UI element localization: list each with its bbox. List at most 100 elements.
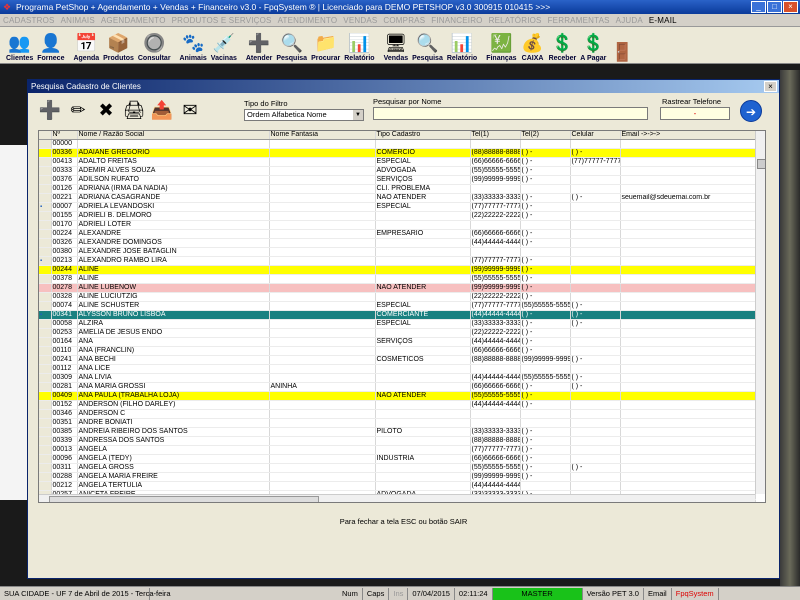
- column-header-1[interactable]: Nome / Razão Social: [77, 131, 270, 140]
- column-header-4[interactable]: Tel(1): [470, 131, 521, 140]
- menu-item-5[interactable]: VENDAS: [340, 16, 380, 25]
- table-row[interactable]: 00096 ANGELA (TEDY) INDUSTRIA (66)66666-666…: [39, 454, 756, 464]
- toolbar-button-2[interactable]: 📅 Agenda: [71, 27, 101, 63]
- search-name-input[interactable]: [373, 107, 648, 120]
- toolbar-button-0[interactable]: 👥 Clientes: [4, 27, 35, 63]
- table-row[interactable]: 00288 ANGELA MARIA FREIRE (99)99999-9999( …: [39, 472, 756, 482]
- horizontal-scrollbar[interactable]: [39, 494, 755, 502]
- edit-icon[interactable]: ✏: [66, 98, 90, 122]
- table-row[interactable]: 00221 ADRIANA CASAGRANDE NAO ATENDER (33)33…: [39, 193, 756, 203]
- toolbar-button-1[interactable]: 👤 Fornece: [35, 27, 66, 63]
- column-header-3[interactable]: Tipo Cadastro: [375, 131, 471, 140]
- toolbar-button-11[interactable]: 🖥 Vendas: [382, 27, 411, 63]
- table-row[interactable]: 00253 AMELIA DE JESUS ENDO (22)22222-2222(…: [39, 328, 756, 338]
- table-row[interactable]: 00212 ANGELA TERTULIA (44)44444-4444: [39, 481, 756, 491]
- table-row[interactable]: ▪ 00213 ALEXANDRO RAMBO LIRA (77)77777-7777…: [39, 256, 756, 266]
- table-row[interactable]: 00413 ADALTO FREITAS ESPECIAL (66)66666-666…: [39, 157, 756, 167]
- table-row[interactable]: 00339 ANDRESSA DOS SANTOS (88)88888-8888( …: [39, 436, 756, 446]
- toolbar-button-18[interactable]: 🚪: [608, 27, 636, 63]
- filter-type-select[interactable]: Ordem Alfabetica Nome ▼: [244, 109, 364, 121]
- table-row[interactable]: 00074 ALINE SCHUSTER ESPECIAL (77)77777-777…: [39, 301, 756, 311]
- toolbar-button-6[interactable]: 💉 Vacinas: [209, 27, 239, 63]
- send-email-icon[interactable]: ✉: [178, 98, 202, 122]
- column-header-6[interactable]: Celular: [570, 131, 621, 140]
- menu-item-3[interactable]: PRODUTOS E SERVIÇOS: [169, 16, 275, 25]
- table-row[interactable]: 00013 ANGELA (77)77777-7777( ) -: [39, 445, 756, 455]
- toolbar-button-10[interactable]: 📊 Relatório: [342, 27, 376, 63]
- table-row[interactable]: 00346 ANDERSON C: [39, 409, 756, 419]
- table-row[interactable]: 00351 ANDRE BONIATI: [39, 418, 756, 428]
- column-header-7[interactable]: Email ->->->: [620, 131, 756, 140]
- table-row[interactable]: 00224 ALEXANDRE EMPRESARIO (66)66666-6666( …: [39, 229, 756, 239]
- table-row[interactable]: 00281 ANA MARIA GROSSI ANINHA (66)66666-666…: [39, 382, 756, 392]
- table-row[interactable]: 00326 ALEXANDRE DOMINGOS (44)44444-4444( )…: [39, 238, 756, 248]
- table-row[interactable]: 00380 ALEXANDRE JOSE BATAGLIN: [39, 247, 756, 257]
- menu-item-8[interactable]: RELATÓRIOS: [486, 16, 545, 25]
- menu-item-1[interactable]: ANIMAIS: [58, 16, 98, 25]
- vertical-scroll-thumb[interactable]: [757, 159, 765, 169]
- table-row[interactable]: 00000: [39, 139, 756, 149]
- go-arrow-button[interactable]: ➔: [740, 100, 762, 122]
- toolbar-button-16[interactable]: 💲 Receber: [547, 27, 579, 63]
- horizontal-scroll-thumb[interactable]: [49, 496, 319, 502]
- table-row[interactable]: 00112 ANA LICE: [39, 364, 756, 374]
- column-header-5[interactable]: Tel(2): [520, 131, 571, 140]
- print-icon[interactable]: 🖨: [122, 98, 146, 122]
- chevron-down-icon[interactable]: ▼: [353, 110, 363, 120]
- table-row[interactable]: 00385 ANDREIA RIBEIRO DOS SANTOS PILOTO (33…: [39, 427, 756, 437]
- table-row[interactable]: 00309 ANA LIVIA (44)44444-4444 (55)55555-55…: [39, 373, 756, 383]
- table-row[interactable]: 00164 ANA SERVIÇOS (44)44444-4444( ) -: [39, 337, 756, 347]
- menu-item-11[interactable]: E-MAIL: [646, 16, 680, 25]
- column-header-2[interactable]: Nome Fantasia: [269, 131, 376, 140]
- delete-icon[interactable]: ✖: [94, 98, 118, 122]
- table-row[interactable]: 00311 ANGELA GROSS (55)55555-5555( ) -( ) …: [39, 463, 756, 473]
- status-email[interactable]: Email: [644, 587, 672, 600]
- clients-grid[interactable]: Nº Nome / Razão Social Nome Fantasia Tipo C…: [38, 130, 766, 503]
- cell-nome: ADALTO FREITAS: [77, 157, 270, 167]
- toolbar-button-17[interactable]: 💲 A Pagar: [578, 27, 608, 63]
- table-row[interactable]: 00126 ADRIANA (IRMA DA NADIA) CLI. PROBLEM…: [39, 184, 756, 194]
- column-header-0[interactable]: Nº: [51, 131, 78, 140]
- toolbar-button-9[interactable]: 📁 Procurar: [309, 27, 342, 63]
- search-window-close-button[interactable]: ×: [764, 81, 777, 92]
- table-row[interactable]: 00328 ALINE LUCIUTZIG (22)22222-2222( ) -: [39, 292, 756, 302]
- toolbar-button-5[interactable]: 🐾 Animais: [178, 27, 209, 63]
- table-row[interactable]: 00378 ALINE (55)55555-5555( ) -: [39, 274, 756, 284]
- table-row[interactable]: 00058 ALZIRA ESPECIAL (33)33333-3333( ) -( …: [39, 319, 756, 329]
- menu-item-10[interactable]: AJUDA: [613, 16, 646, 25]
- menu-item-0[interactable]: CADASTROS: [0, 16, 58, 25]
- menu-item-4[interactable]: ATENDIMENTO: [275, 16, 341, 25]
- menu-item-6[interactable]: COMPRAS: [380, 16, 428, 25]
- toolbar-button-3[interactable]: 📦 Produtos: [101, 27, 136, 63]
- close-button[interactable]: ×: [783, 1, 798, 13]
- vertical-scrollbar[interactable]: [755, 131, 765, 494]
- table-row[interactable]: 00244 ALINE (99)99999-9999( ) -: [39, 265, 756, 275]
- toolbar-button-14[interactable]: 💹 Finanças: [484, 27, 518, 63]
- toolbar-button-8[interactable]: 🔍 Pesquisa: [274, 27, 309, 63]
- toolbar-button-7[interactable]: ➕ Atender: [244, 27, 274, 63]
- table-row[interactable]: ▪ 00341 ALYSSON BRUNO LISBOA COMERCIANTE (44…: [39, 310, 756, 320]
- table-row[interactable]: 00241 ANA BECHI COSMETICOS (88)88888-8888 (9…: [39, 355, 756, 365]
- export-icon[interactable]: 📤: [150, 98, 174, 122]
- toolbar-button-15[interactable]: 💰 CAIXA: [519, 27, 547, 63]
- toolbar-button-4[interactable]: 🔘 Consultar: [136, 27, 173, 63]
- table-row[interactable]: 00336 ADAIANE GREGORIO COMERCIO (88)88888-8…: [39, 148, 756, 158]
- track-phone-input[interactable]: -: [660, 107, 730, 120]
- toolbar-button-12[interactable]: 🔍 Pesquisa: [410, 27, 445, 63]
- toolbar-button-13[interactable]: 📊 Relatório: [445, 27, 479, 63]
- table-row[interactable]: 00333 ADEMIR ALVES SOUZA ADVOGADA (55)55555…: [39, 166, 756, 176]
- add-new-icon[interactable]: ➕: [38, 98, 62, 122]
- table-row[interactable]: 00170 ADRIELI LOTER: [39, 220, 756, 230]
- table-row[interactable]: 00376 ADILSON RUFATO SERVIÇOS (99)99999-999…: [39, 175, 756, 185]
- menu-item-7[interactable]: FINANCEIRO: [428, 16, 485, 25]
- menu-item-2[interactable]: AGENDAMENTO: [98, 16, 169, 25]
- table-row[interactable]: ▪ 00007 ADRIELA LEVANDOSKI ESPECIAL (77)7777…: [39, 202, 756, 212]
- minimize-button[interactable]: _: [751, 1, 766, 13]
- table-row[interactable]: 00278 ALINE LUBENOW NAO ATENDER (99)99999-9…: [39, 283, 756, 293]
- table-row[interactable]: 00155 ADRIELI B. DELMORO (22)22222-2222( )…: [39, 211, 756, 221]
- table-row[interactable]: 00152 ANDERSON (FILHO DARLEY) (44)44444-44…: [39, 400, 756, 410]
- maximize-button[interactable]: □: [767, 1, 782, 13]
- table-row[interactable]: 00409 ANA PAULA (TRABALHA LOJA) NAO ATENDE…: [39, 391, 756, 401]
- table-row[interactable]: 00110 ANA (FRANCLIN) (66)66666-6666( ) -: [39, 346, 756, 356]
- menu-item-9[interactable]: FERRAMENTAS: [545, 16, 613, 25]
